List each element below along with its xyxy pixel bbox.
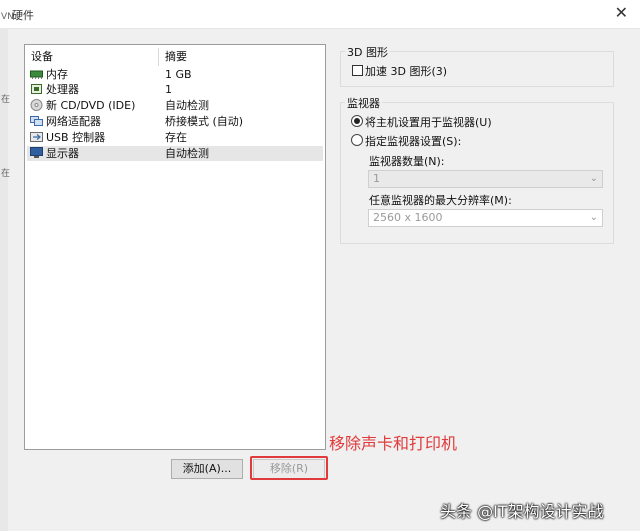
column-header-device[interactable]: 设备 — [31, 49, 53, 65]
add-hardware-button[interactable]: 添加(A)... — [171, 459, 243, 479]
window-title: 硬件 — [12, 9, 34, 22]
device-row-usb-controller[interactable]: USB 控制器 存在 — [27, 130, 323, 145]
device-summary: 1 GB — [165, 68, 192, 81]
memory-icon — [30, 70, 43, 79]
device-row-cd-dvd[interactable]: 新 CD/DVD (IDE) 自动检测 — [27, 98, 323, 113]
column-header-summary[interactable]: 摘要 — [165, 49, 187, 65]
monitor-count-select[interactable]: 1 ⌄ — [368, 170, 603, 188]
chevron-down-icon: ⌄ — [589, 212, 598, 223]
processor-icon — [31, 84, 42, 94]
monitor-count-label: 监视器数量(N): — [369, 155, 445, 168]
close-icon[interactable]: ✕ — [615, 3, 628, 22]
device-summary: 自动检测 — [165, 147, 209, 160]
device-row-processor[interactable]: 处理器 1 — [27, 82, 323, 97]
device-name: 显示器 — [46, 147, 79, 160]
device-name: USB 控制器 — [46, 131, 106, 144]
background-text: 在 — [1, 169, 11, 179]
device-summary: 桥接模式 (自动) — [165, 115, 244, 128]
device-name: 处理器 — [46, 83, 79, 96]
accelerate-3d-checkbox[interactable] — [352, 65, 363, 76]
chevron-down-icon: ⌄ — [589, 173, 598, 184]
background-text: VN — [1, 12, 14, 22]
max-resolution-label: 任意监视器的最大分辨率(M): — [369, 194, 512, 207]
device-summary: 1 — [165, 83, 172, 96]
specify-monitor-settings-label[interactable]: 指定监视器设置(S): — [365, 133, 461, 149]
device-name: 新 CD/DVD (IDE) — [46, 99, 136, 112]
background-window-strip: VN 在 在 — [0, 12, 14, 531]
accelerate-3d-label[interactable]: 加速 3D 图形(3) — [365, 63, 447, 79]
device-summary: 自动检测 — [165, 99, 209, 112]
cd-dvd-icon — [30, 99, 43, 111]
device-row-memory[interactable]: 内存 1 GB — [27, 67, 323, 82]
device-row-network-adapter[interactable]: 网络适配器 桥接模式 (自动) — [27, 114, 323, 129]
group-3d-graphics-label: 3D 图形 — [345, 44, 390, 60]
network-adapter-icon — [30, 116, 43, 126]
display-icon — [30, 147, 43, 158]
use-host-settings-radio[interactable] — [351, 115, 363, 127]
annotation-highlight-box — [250, 456, 328, 480]
usb-controller-icon — [30, 132, 43, 142]
specify-monitor-settings-radio[interactable] — [351, 134, 363, 146]
device-list[interactable]: 设备 摘要 内存 1 GB 处理器 1 新 CD/DVD (IDE) 自动检测 … — [24, 44, 326, 450]
group-monitor-label: 监视器 — [345, 95, 382, 111]
max-resolution-value: 2560 x 1600 — [373, 211, 443, 224]
window-titlebar: 硬件 ✕ — [0, 0, 640, 29]
device-row-display[interactable]: 显示器 自动检测 — [27, 146, 323, 161]
background-text: 在 — [1, 95, 11, 105]
watermark: 头条 @IT架构设计实战 — [440, 502, 604, 521]
annotation-text: 移除声卡和打印机 — [329, 434, 458, 453]
device-name: 内存 — [46, 68, 68, 81]
device-name: 网络适配器 — [46, 115, 101, 128]
radio-selected-dot — [354, 118, 360, 124]
use-host-settings-label[interactable]: 将主机设置用于监视器(U) — [365, 114, 492, 130]
device-summary: 存在 — [165, 131, 187, 144]
column-separator[interactable] — [158, 48, 159, 66]
max-resolution-select[interactable]: 2560 x 1600 ⌄ — [368, 209, 603, 227]
monitor-count-value: 1 — [373, 172, 380, 185]
